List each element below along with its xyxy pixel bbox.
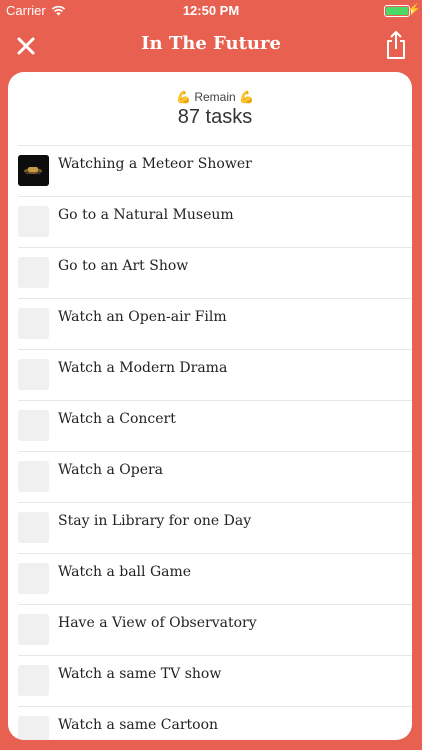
task-thumbnail	[18, 257, 49, 288]
battery-icon	[384, 5, 410, 17]
task-label: Watching a Meteor Shower	[58, 156, 252, 172]
task-thumbnail	[18, 410, 49, 441]
task-label: Have a View of Observatory	[58, 615, 257, 631]
task-thumbnail	[18, 206, 49, 237]
task-thumbnail	[18, 155, 49, 186]
task-thumbnail	[18, 308, 49, 339]
nav-bar: In The Future	[0, 22, 422, 68]
task-label: Watch a same TV show	[58, 666, 222, 682]
task-label: Watch a Modern Drama	[58, 360, 228, 376]
share-button[interactable]	[384, 30, 408, 60]
charging-bolt-icon: ⚡	[407, 4, 421, 16]
close-icon	[17, 37, 35, 55]
share-icon	[387, 31, 405, 59]
task-label: Go to a Natural Museum	[58, 207, 234, 223]
remain-label: 💪 Remain 💪	[176, 90, 254, 104]
task-label: Watch a Opera	[58, 462, 164, 478]
task-item[interactable]: Watch an Open-air Film	[18, 299, 412, 350]
task-card: 💪 Remain 💪 87 tasks Watching a Meteor Sh…	[8, 72, 412, 740]
page-title: In The Future	[141, 33, 281, 54]
task-count: 87 tasks	[177, 106, 253, 128]
task-thumbnail	[18, 665, 49, 696]
task-item[interactable]: Go to a Natural Museum	[18, 197, 412, 248]
task-summary: 💪 Remain 💪 87 tasks	[18, 72, 412, 146]
task-item[interactable]: Stay in Library for one Day	[18, 503, 412, 554]
task-item[interactable]: Watch a same Cartoon	[18, 707, 412, 740]
task-thumbnail	[18, 461, 49, 492]
task-item[interactable]: Watch a ball Game	[18, 554, 412, 605]
task-item[interactable]: Watch a same TV show	[18, 656, 412, 707]
task-label: Stay in Library for one Day	[58, 513, 252, 529]
task-thumbnail	[18, 359, 49, 390]
task-thumbnail	[18, 563, 49, 594]
status-bar: Carrier 12:50 PM ⚡	[0, 0, 422, 22]
task-label: Watch an Open-air Film	[58, 309, 227, 325]
task-item[interactable]: Go to an Art Show	[18, 248, 412, 299]
task-item[interactable]: Watch a Opera	[18, 452, 412, 503]
meteor-image	[18, 155, 49, 186]
task-thumbnail	[18, 512, 49, 543]
task-thumbnail	[18, 716, 49, 740]
task-item[interactable]: Have a View of Observatory	[18, 605, 412, 656]
close-button[interactable]	[12, 32, 40, 60]
clock-time: 12:50 PM	[182, 3, 240, 18]
task-item[interactable]: Watch a Concert	[18, 401, 412, 452]
task-label: Watch a Concert	[58, 411, 176, 427]
task-label: Watch a ball Game	[58, 564, 192, 580]
task-label: Watch a same Cartoon	[58, 717, 219, 733]
task-item[interactable]: Watch a Modern Drama	[18, 350, 412, 401]
task-item[interactable]: Watching a Meteor Shower	[18, 146, 412, 197]
task-label: Go to an Art Show	[58, 258, 189, 274]
task-list: Watching a Meteor Shower Go to a Natural…	[18, 146, 412, 740]
task-thumbnail	[18, 614, 49, 645]
